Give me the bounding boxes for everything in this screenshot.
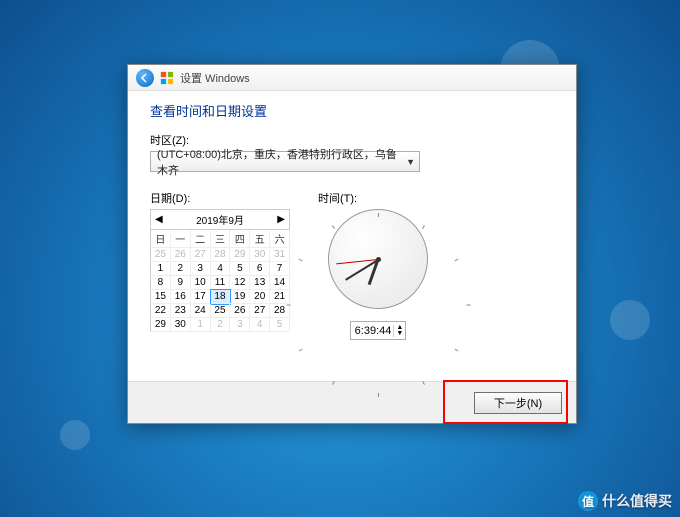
calendar-day[interactable]: 17 <box>191 290 211 304</box>
calendar-day[interactable]: 25 <box>211 304 231 318</box>
calendar-day[interactable]: 12 <box>230 276 250 290</box>
analog-clock <box>328 209 428 309</box>
next-button[interactable]: 下一步(N) <box>474 392 562 414</box>
calendar-day[interactable]: 29 <box>230 248 250 262</box>
calendar-day[interactable]: 29 <box>151 318 171 332</box>
calendar-day[interactable]: 2 <box>171 262 191 276</box>
date-column: 日期(D): ◀ 2019年9月 ▶ 日一二三四五六25262728293031… <box>150 190 290 340</box>
watermark-badge-icon: 值 <box>578 491 598 511</box>
calendar-dow: 三 <box>211 230 231 248</box>
windows-flag-icon <box>160 71 174 85</box>
back-arrow-icon <box>140 73 150 83</box>
calendar-day[interactable]: 3 <box>191 262 211 276</box>
time-input[interactable]: 6:39:44 ▲ ▼ <box>350 321 407 340</box>
calendar-day[interactable]: 6 <box>250 262 270 276</box>
calendar-next-button[interactable]: ▶ <box>277 214 285 225</box>
calendar-day[interactable]: 13 <box>250 276 270 290</box>
time-value: 6:39:44 <box>355 325 392 337</box>
window-title: 设置 Windows <box>180 70 250 86</box>
calendar-day[interactable]: 9 <box>171 276 191 290</box>
calendar-dow: 日 <box>151 230 171 248</box>
calendar-day[interactable]: 26 <box>230 304 250 318</box>
calendar-day[interactable]: 27 <box>191 248 211 262</box>
setup-window: 设置 Windows 查看时间和日期设置 时区(Z): (UTC+08:00)北… <box>127 64 577 424</box>
calendar-day[interactable]: 5 <box>230 262 250 276</box>
calendar-day[interactable]: 27 <box>250 304 270 318</box>
calendar-day[interactable]: 28 <box>211 248 231 262</box>
calendar-day[interactable]: 22 <box>151 304 171 318</box>
calendar-header: ◀ 2019年9月 ▶ <box>151 210 290 230</box>
calendar[interactable]: ◀ 2019年9月 ▶ 日一二三四五六252627282930311234567… <box>150 209 290 332</box>
window-body: 查看时间和日期设置 时区(Z): (UTC+08:00)北京，重庆，香港特别行政… <box>128 91 576 381</box>
calendar-day[interactable]: 20 <box>250 290 270 304</box>
calendar-day[interactable]: 15 <box>151 290 171 304</box>
chevron-down-icon: ▼ <box>406 157 415 167</box>
timezone-value: (UTC+08:00)北京，重庆，香港特别行政区，乌鲁木齐 <box>157 146 406 178</box>
watermark: 值 什么值得买 <box>578 491 672 511</box>
calendar-day[interactable]: 14 <box>270 276 290 290</box>
calendar-day[interactable]: 31 <box>270 248 290 262</box>
calendar-day[interactable]: 16 <box>171 290 191 304</box>
watermark-text: 什么值得买 <box>602 491 672 511</box>
calendar-title: 2019年9月 <box>196 212 244 227</box>
calendar-day[interactable]: 3 <box>230 318 250 332</box>
calendar-grid: 日一二三四五六252627282930311234567891011121314… <box>151 230 290 332</box>
calendar-day[interactable]: 7 <box>270 262 290 276</box>
window-header: 设置 Windows <box>128 65 576 91</box>
calendar-day[interactable]: 4 <box>211 262 231 276</box>
calendar-day[interactable]: 4 <box>250 318 270 332</box>
calendar-day[interactable]: 11 <box>211 276 231 290</box>
calendar-day[interactable]: 5 <box>270 318 290 332</box>
calendar-dow: 四 <box>230 230 250 248</box>
clock-center-pin <box>376 257 381 262</box>
calendar-dow: 二 <box>191 230 211 248</box>
calendar-dow: 六 <box>270 230 290 248</box>
calendar-day[interactable]: 10 <box>191 276 211 290</box>
spinner-down-icon[interactable]: ▼ <box>396 331 403 337</box>
calendar-dow: 五 <box>250 230 270 248</box>
calendar-day[interactable]: 28 <box>270 304 290 318</box>
calendar-day[interactable]: 8 <box>151 276 171 290</box>
calendar-day[interactable]: 24 <box>191 304 211 318</box>
calendar-day[interactable]: 18 <box>211 290 231 304</box>
calendar-day[interactable]: 30 <box>250 248 270 262</box>
calendar-day[interactable]: 26 <box>171 248 191 262</box>
time-label: 时间(T): <box>318 190 438 206</box>
calendar-day[interactable]: 19 <box>230 290 250 304</box>
calendar-day[interactable]: 1 <box>151 262 171 276</box>
time-column: 时间(T): 6:39:44 ▲ ▼ <box>318 190 438 340</box>
calendar-day[interactable]: 23 <box>171 304 191 318</box>
calendar-prev-button[interactable]: ◀ <box>155 214 163 225</box>
page-heading: 查看时间和日期设置 <box>150 101 554 120</box>
back-button[interactable] <box>136 69 154 87</box>
calendar-day[interactable]: 21 <box>270 290 290 304</box>
calendar-day[interactable]: 2 <box>211 318 231 332</box>
date-label: 日期(D): <box>150 190 290 206</box>
window-footer: 下一步(N) <box>128 381 576 423</box>
timezone-dropdown[interactable]: (UTC+08:00)北京，重庆，香港特别行政区，乌鲁木齐 ▼ <box>150 151 420 172</box>
calendar-day[interactable]: 30 <box>171 318 191 332</box>
calendar-day[interactable]: 1 <box>191 318 211 332</box>
calendar-day[interactable]: 25 <box>151 248 171 262</box>
calendar-dow: 一 <box>171 230 191 248</box>
time-spinner[interactable]: ▲ ▼ <box>393 325 403 337</box>
